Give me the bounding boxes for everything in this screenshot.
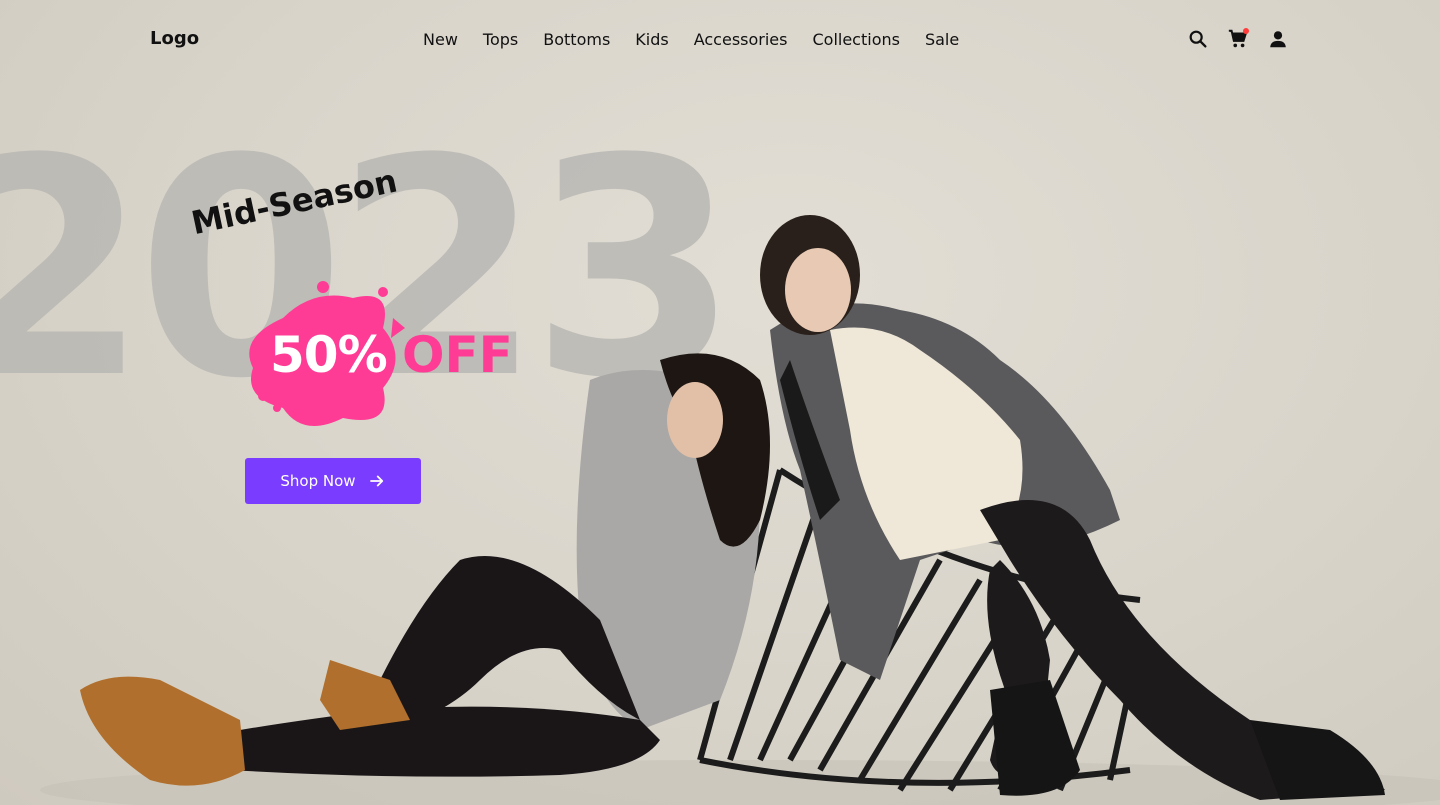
search-icon[interactable] bbox=[1187, 28, 1209, 50]
discount-percent: 50% bbox=[270, 326, 388, 384]
cart-badge bbox=[1243, 28, 1249, 34]
main-nav: New Tops Bottoms Kids Accessories Collec… bbox=[423, 30, 959, 49]
nav-item-collections[interactable]: Collections bbox=[812, 30, 899, 49]
nav-item-accessories[interactable]: Accessories bbox=[694, 30, 788, 49]
site-header: Logo New Tops Bottoms Kids Accessories C… bbox=[0, 0, 1440, 80]
site-logo[interactable]: Logo bbox=[150, 28, 199, 49]
nav-item-new[interactable]: New bbox=[423, 30, 458, 49]
user-icon[interactable] bbox=[1267, 28, 1289, 50]
header-icons bbox=[1187, 28, 1289, 50]
hero-section: 2023 Logo New Tops Bottoms Kids Accessor… bbox=[0, 0, 1440, 805]
shop-now-button[interactable]: Shop Now bbox=[245, 458, 421, 504]
hero-models-image bbox=[40, 215, 1440, 805]
nav-item-tops[interactable]: Tops bbox=[483, 30, 518, 49]
nav-item-sale[interactable]: Sale bbox=[925, 30, 959, 49]
cart-icon[interactable] bbox=[1227, 28, 1249, 50]
discount-off-label: OFF bbox=[402, 326, 513, 384]
nav-item-kids[interactable]: Kids bbox=[635, 30, 668, 49]
shop-now-label: Shop Now bbox=[280, 472, 356, 490]
arrow-right-icon bbox=[369, 475, 383, 487]
nav-item-bottoms[interactable]: Bottoms bbox=[543, 30, 610, 49]
